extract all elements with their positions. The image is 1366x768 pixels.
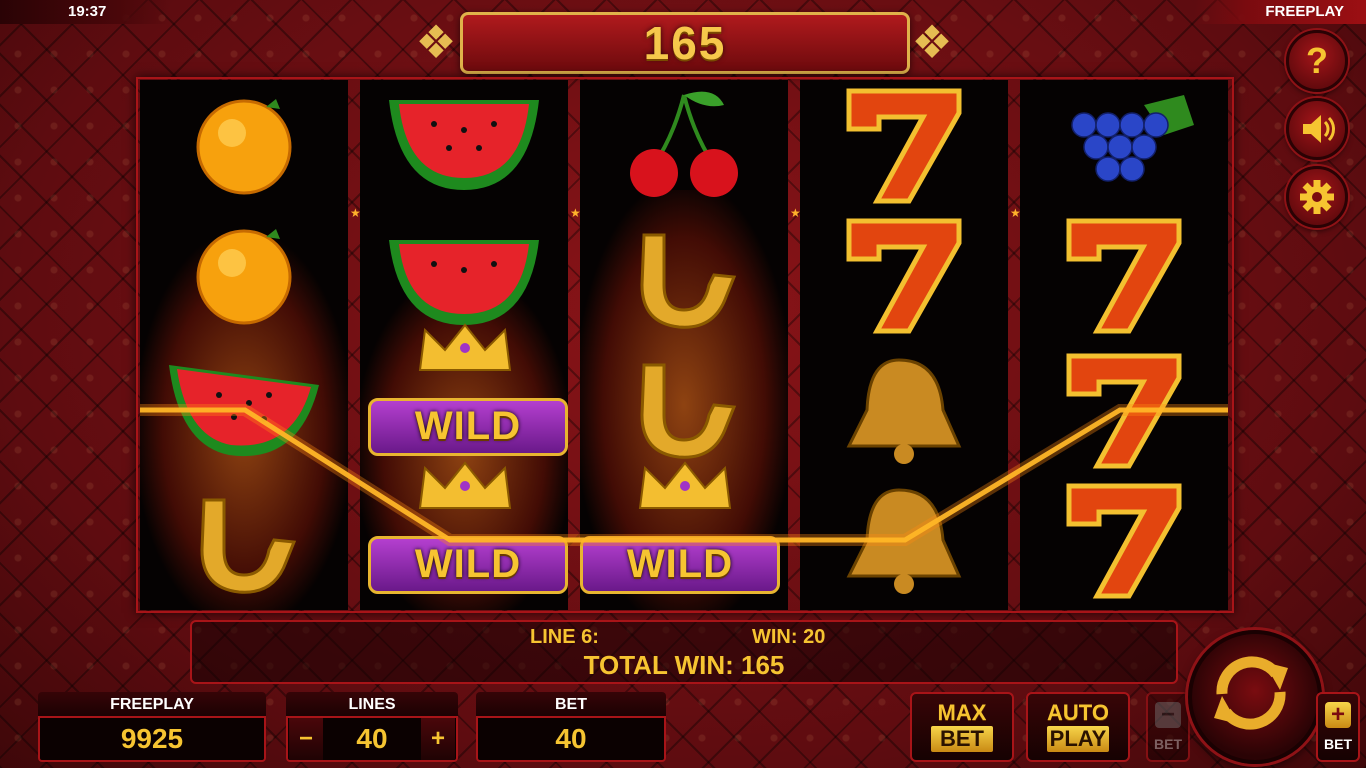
symbol-orange: [140, 210, 348, 340]
symbol-bell: [800, 345, 1008, 475]
symbol-watermelon: [140, 345, 348, 475]
symbol-seven: [800, 210, 1008, 340]
symbol-cherries: [580, 80, 788, 210]
symbol-seven: [1020, 345, 1228, 475]
speaker-icon: [1303, 115, 1335, 143]
clock: 19:37: [0, 0, 170, 24]
reel-4: [800, 80, 1008, 610]
lines-increase-button[interactable]: +: [421, 718, 455, 760]
sound-button[interactable]: [1286, 98, 1348, 160]
auto-play-line1: AUTO: [1047, 700, 1109, 725]
bet-decrease-caption: BET: [1154, 736, 1182, 752]
auto-play-button[interactable]: AUTO PLAY: [1026, 692, 1130, 762]
question-icon: ?: [1306, 40, 1328, 81]
symbol-grapes: [1020, 80, 1228, 210]
crown-icon: [418, 461, 512, 509]
symbol-seven: [1020, 210, 1228, 340]
bet-increase-button[interactable]: + BET: [1316, 692, 1360, 762]
reel-2: WILD WILD: [360, 80, 568, 610]
line-win: WIN: 20: [752, 626, 826, 648]
balance-value: 9925: [38, 716, 266, 762]
balance-label: FREEPLAY: [38, 692, 266, 716]
bet-label: BET: [476, 692, 666, 716]
crown-icon: [638, 461, 732, 509]
mode-label: FREEPLAY: [1194, 0, 1366, 24]
star-icon: ★: [350, 206, 361, 220]
reel-3: WILD: [580, 80, 788, 610]
star-icon: ★: [790, 206, 801, 220]
symbol-watermelon: [360, 80, 568, 210]
symbol-seven: [800, 80, 1008, 210]
symbol-horseshoe: [580, 340, 788, 470]
star-icon: ★: [1010, 206, 1021, 220]
lines-label: LINES: [286, 692, 458, 716]
banner-win-value: 165: [643, 17, 727, 69]
plus-icon: +: [1325, 702, 1351, 728]
max-bet-button[interactable]: MAX BET: [910, 692, 1014, 762]
symbol-horseshoe: [580, 210, 788, 340]
ornament-right-icon: ❖: [911, 16, 953, 68]
bet-increase-caption: BET: [1324, 736, 1352, 752]
auto-play-line2: PLAY: [1047, 726, 1109, 752]
max-bet-line1: MAX: [937, 700, 987, 725]
symbol-bell: [800, 475, 1008, 605]
wild-symbol: WILD: [368, 536, 568, 594]
symbol-orange: [140, 80, 348, 210]
total-win: TOTAL WIN: 165: [583, 650, 785, 680]
wild-symbol: WILD: [580, 536, 780, 594]
lines-decrease-button[interactable]: −: [289, 718, 323, 760]
wild-symbol: WILD: [368, 398, 568, 456]
line-label: LINE 6:: [530, 626, 599, 648]
reel-5: [1020, 80, 1228, 610]
bet-decrease-button[interactable]: − BET: [1146, 692, 1190, 762]
symbol-seven: [1020, 475, 1228, 605]
refresh-icon: [1214, 656, 1288, 730]
spin-button[interactable]: [1188, 630, 1322, 764]
minus-icon: −: [1155, 702, 1181, 728]
ornament-left-icon: ❖: [415, 16, 457, 68]
help-button[interactable]: ?: [1286, 30, 1348, 92]
crown-icon: [418, 323, 512, 371]
star-icon: ★: [570, 206, 581, 220]
bet-value: 40: [476, 716, 666, 762]
max-bet-line2: BET: [931, 726, 993, 752]
settings-button[interactable]: [1286, 166, 1348, 228]
reel-1: [140, 80, 348, 610]
symbol-horseshoe: [140, 475, 348, 605]
gear-icon: [1300, 180, 1334, 214]
